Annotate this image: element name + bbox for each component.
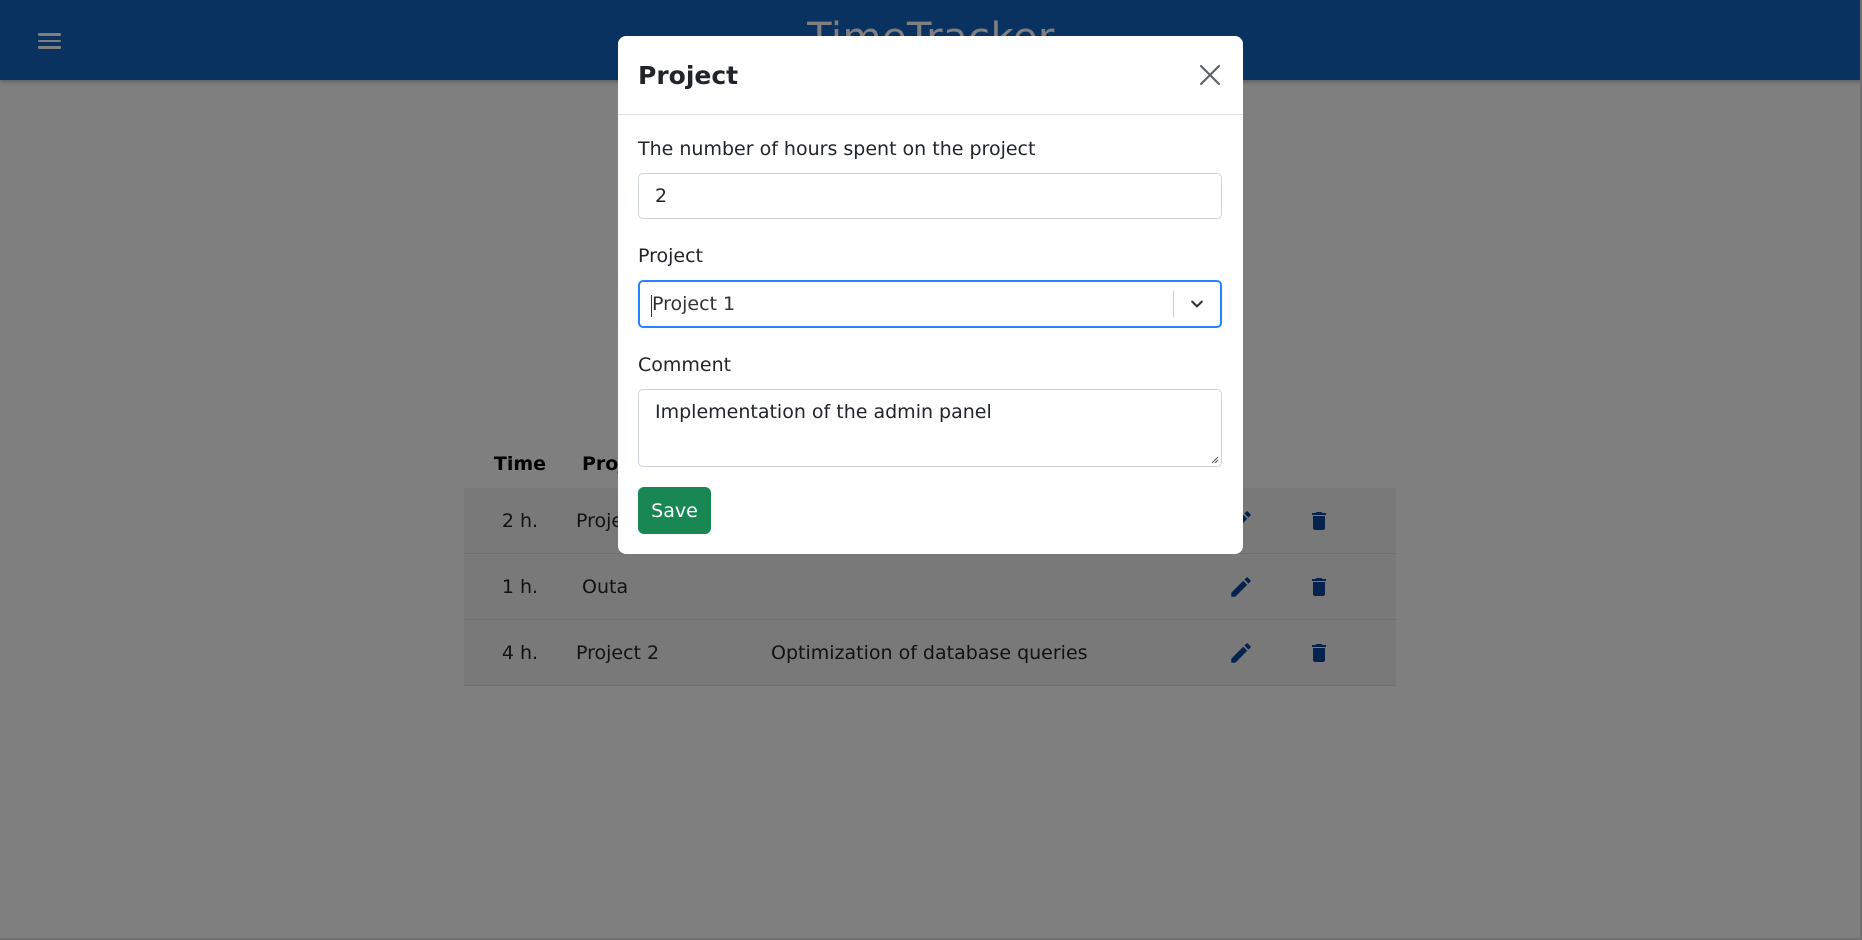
comment-text: Implementation of the admin panel	[655, 401, 992, 423]
hours-input[interactable]	[638, 173, 1222, 219]
project-field-group: Project Project 1	[638, 244, 1223, 328]
project-modal: Project The number of hours spent on the…	[618, 36, 1243, 554]
modal-body: The number of hours spent on the project…	[618, 115, 1243, 534]
comment-field-group: Comment Implementation of the admin pane…	[638, 353, 1223, 467]
modal-title: Project	[638, 60, 739, 90]
modal-header: Project	[618, 36, 1243, 115]
close-icon[interactable]	[1193, 58, 1227, 92]
app-root: TimeTracker Time Proj 2 h. Proje	[0, 0, 1862, 940]
project-select-value: Project 1	[640, 293, 1173, 317]
comment-label: Comment	[638, 354, 732, 376]
project-select[interactable]: Project 1	[638, 280, 1222, 328]
chevron-down-icon[interactable]	[1174, 282, 1220, 326]
project-label: Project	[638, 245, 704, 267]
hours-label: The number of hours spent on the project	[638, 138, 1036, 160]
resize-handle-icon[interactable]	[1209, 454, 1219, 464]
project-select-text: Project 1	[652, 293, 736, 315]
save-button[interactable]: Save	[638, 487, 711, 534]
hours-field-group: The number of hours spent on the project	[638, 137, 1223, 219]
comment-textarea[interactable]: Implementation of the admin panel	[638, 389, 1222, 467]
